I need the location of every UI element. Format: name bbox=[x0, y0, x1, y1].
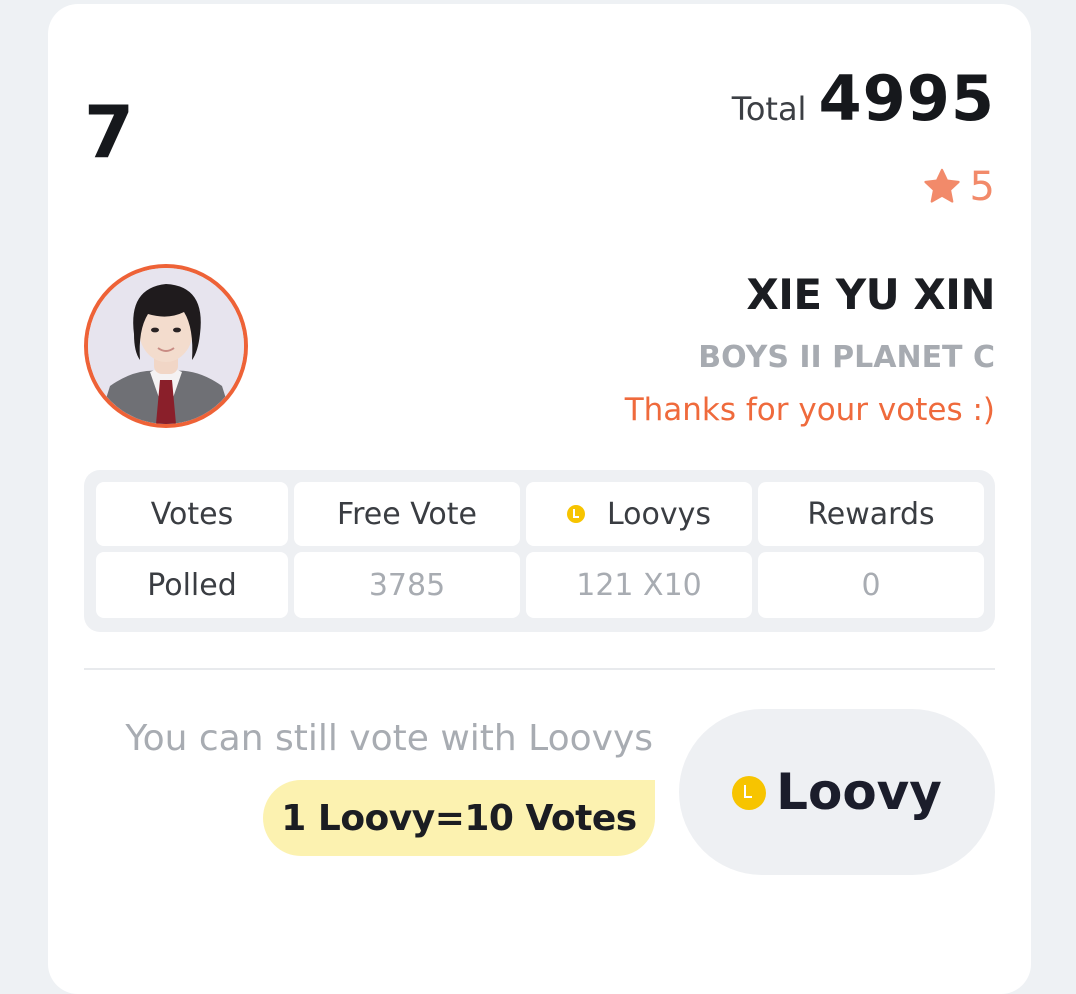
candidate-name: XIE YU XIN bbox=[746, 270, 995, 319]
avatar bbox=[84, 264, 248, 428]
total-value: 4995 bbox=[818, 62, 995, 135]
divider bbox=[84, 668, 995, 670]
loovy-rate-badge: 1 Loovy=10 Votes bbox=[263, 780, 655, 856]
header-loovys-label: Loovys bbox=[606, 496, 712, 532]
header-votes: Votes bbox=[96, 482, 288, 546]
loovy-vote-button[interactable]: Loovy bbox=[679, 709, 995, 875]
loovy-coin-icon bbox=[732, 776, 767, 810]
loovy-coin-icon bbox=[566, 505, 585, 523]
header-loovys: Loovys bbox=[526, 482, 752, 546]
vote-stats-table: Votes Free Vote Loovys Rewards Polled 37… bbox=[84, 470, 995, 632]
candidate-group: BOYS II PLANET C bbox=[698, 340, 995, 375]
vote-card: 7 Total 4995 5 XIE YU XIN BOYS II PLANET… bbox=[48, 4, 1031, 994]
thanks-message: Thanks for your votes :) bbox=[624, 392, 995, 428]
loovy-button-label: Loovy bbox=[776, 763, 942, 821]
star-rating: 5 bbox=[920, 164, 995, 210]
rank-number: 7 bbox=[84, 90, 135, 174]
star-icon bbox=[920, 166, 964, 208]
value-loovys: 121 X10 bbox=[526, 552, 752, 618]
value-free-vote: 3785 bbox=[294, 552, 520, 618]
total-label: Total bbox=[731, 90, 807, 128]
header-rewards: Rewards bbox=[758, 482, 984, 546]
header-free-vote: Free Vote bbox=[294, 482, 520, 546]
vote-hint: You can still vote with Loovys bbox=[125, 718, 653, 759]
value-rewards: 0 bbox=[758, 552, 984, 618]
row-label-polled: Polled bbox=[96, 552, 288, 618]
total-votes: Total 4995 bbox=[732, 62, 995, 135]
star-count: 5 bbox=[969, 164, 995, 210]
